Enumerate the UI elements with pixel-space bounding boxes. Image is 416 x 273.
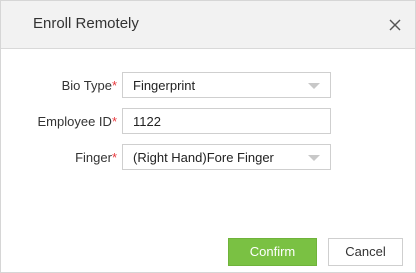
employee-id-label: Employee ID*: [37, 114, 117, 129]
required-mark: *: [111, 150, 117, 165]
dialog-titlebar: Enroll Remotely: [1, 1, 415, 49]
employee-id-field[interactable]: 1122: [122, 108, 331, 134]
chevron-down-icon: [308, 155, 320, 161]
finger-label: Finger*: [75, 150, 117, 165]
cancel-button[interactable]: Cancel: [328, 238, 403, 266]
bio-type-label: Bio Type*: [61, 78, 117, 93]
employee-id-row: Employee ID* 1122: [1, 108, 415, 136]
finger-select[interactable]: (Right Hand)Fore Finger: [122, 144, 331, 170]
confirm-button[interactable]: Confirm: [228, 238, 317, 266]
finger-row: Finger* (Right Hand)Fore Finger: [1, 144, 415, 172]
bio-type-row: Bio Type* Fingerprint: [1, 72, 415, 100]
bio-type-value: Fingerprint: [133, 78, 196, 93]
dialog-title: Enroll Remotely: [33, 15, 139, 32]
required-mark: *: [111, 78, 117, 93]
close-icon: [389, 19, 401, 31]
required-mark: *: [111, 114, 117, 129]
close-button[interactable]: [384, 14, 406, 36]
chevron-down-icon: [308, 83, 320, 89]
employee-id-value: 1122: [133, 114, 161, 129]
bio-type-select[interactable]: Fingerprint: [122, 72, 331, 98]
enroll-remotely-dialog: Enroll Remotely Bio Type* Fingerprint Em…: [0, 0, 416, 273]
finger-value: (Right Hand)Fore Finger: [133, 150, 274, 165]
